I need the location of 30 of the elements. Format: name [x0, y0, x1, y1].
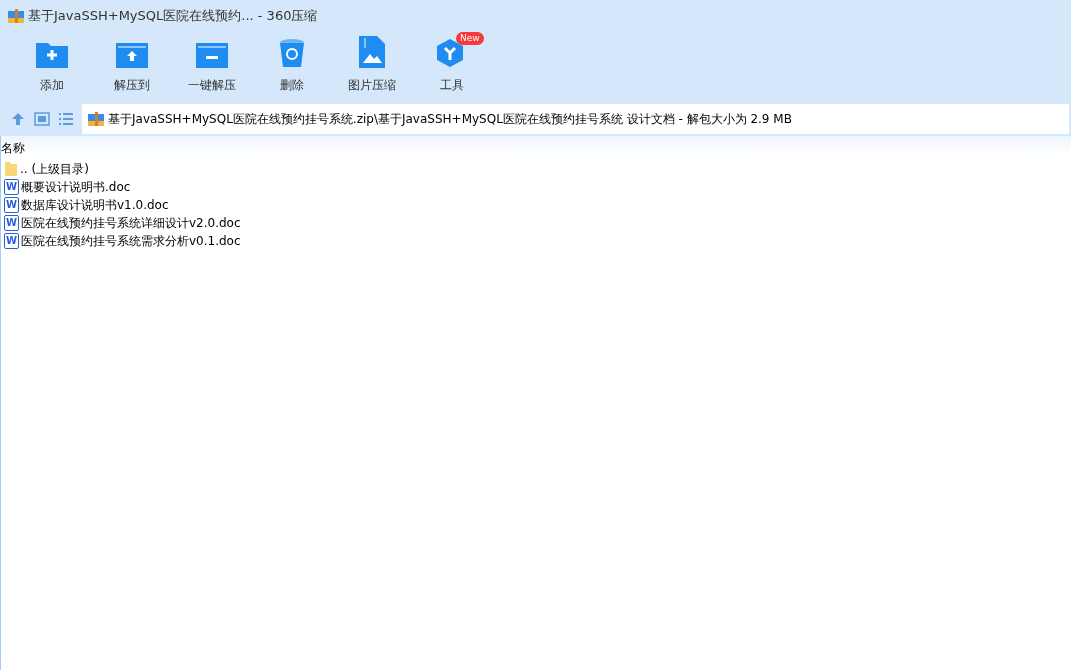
window-title: 基于JavaSSH+MySQL医院在线预约... - 360压缩 [28, 7, 318, 26]
file-row[interactable]: W 医院在线预约挂号系统需求分析v0.1.doc [4, 232, 1071, 250]
folder-icon [4, 161, 18, 177]
toolbar-button[interactable]: 解压到 [92, 32, 172, 102]
column-header[interactable]: 名称 [1, 139, 25, 157]
toolbar-button[interactable]: 一键解压 [172, 32, 252, 102]
toolbar-button[interactable]: New 工具 [412, 32, 492, 102]
archive-icon [88, 111, 104, 127]
folder-minus-icon [196, 40, 228, 68]
new-badge: New [456, 32, 484, 45]
folder-upload-icon [116, 40, 148, 68]
word-document-icon: W [4, 215, 19, 231]
recycle-bin-icon [279, 38, 305, 68]
toolbar-button[interactable]: 图片压缩 [332, 32, 412, 102]
word-document-icon: W [4, 233, 19, 249]
word-document-icon: W [4, 197, 19, 213]
list-view-icon[interactable] [58, 112, 74, 126]
word-document-icon: W [4, 179, 19, 195]
file-row[interactable]: W 概要设计说明书.doc [4, 178, 1071, 196]
up-arrow-icon[interactable] [10, 111, 26, 127]
image-file-icon [359, 36, 385, 68]
file-row[interactable]: W 医院在线预约挂号系统详细设计v2.0.doc [4, 214, 1071, 232]
thumbnail-view-icon[interactable] [34, 112, 50, 126]
folder-plus-icon [36, 40, 68, 68]
archive-icon [8, 8, 24, 24]
toolbar-button[interactable]: 添加 [12, 32, 92, 102]
file-row[interactable]: .. (上级目录) [4, 160, 1071, 178]
toolbar-button[interactable]: 删除 [252, 32, 332, 102]
file-row[interactable]: W 数据库设计说明书v1.0.doc [4, 196, 1071, 214]
address-bar[interactable]: 基于JavaSSH+MySQL医院在线预约挂号系统.zip\基于JavaSSH+MySQL医院在线预约挂号系统 设计文档 - 解包大小为 2.9 MB [82, 104, 1069, 134]
